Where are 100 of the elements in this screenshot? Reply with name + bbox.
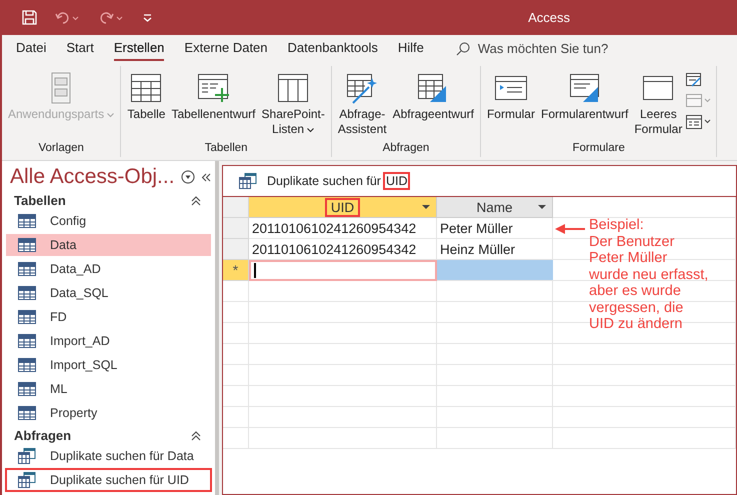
- redo-icon[interactable]: [99, 10, 125, 24]
- highlighted-text: UID: [384, 174, 408, 188]
- table-cell[interactable]: [553, 197, 736, 218]
- ribbon-button[interactable]: Tabelle: [125, 70, 168, 142]
- ribbon-button[interactable]: SharePoint-Listen: [260, 70, 327, 142]
- dropdown-icon[interactable]: [180, 170, 195, 184]
- ribbon-button[interactable]: Tabellenentwurf: [169, 70, 258, 142]
- menu-tab[interactable]: Hilfe: [398, 36, 424, 60]
- query-icon: [18, 472, 36, 488]
- pane-title: Alle Access-Obj...: [10, 165, 175, 189]
- row-selector[interactable]: [223, 239, 249, 260]
- table-cell[interactable]: [249, 365, 437, 386]
- table-cell[interactable]: [553, 386, 736, 407]
- search-field[interactable]: Was möchten Sie tun?: [478, 41, 608, 56]
- table-icon: [18, 310, 36, 324]
- table-cell[interactable]: 2011010610241260954342: [249, 239, 437, 260]
- menu-tab[interactable]: Start: [66, 36, 94, 60]
- table-cell[interactable]: [249, 323, 437, 344]
- nav-item[interactable]: Data_AD: [6, 258, 211, 280]
- table-cell[interactable]: [437, 386, 553, 407]
- annotation-text: UID zu ändern: [589, 316, 682, 332]
- nav-item[interactable]: Import_AD: [6, 330, 211, 352]
- column-header[interactable]: UID: [249, 197, 437, 218]
- nav-item[interactable]: Duplikate suchen für Data: [6, 445, 211, 467]
- dropdown-icon[interactable]: [422, 205, 430, 209]
- ribbon-button[interactable]: Abfrageentwurf: [390, 70, 476, 142]
- more-forms-icon[interactable]: [686, 114, 712, 130]
- table-cell[interactable]: [437, 344, 553, 365]
- column-header[interactable]: Name: [437, 197, 553, 218]
- table-cell[interactable]: [437, 407, 553, 428]
- group-label: Formulare: [571, 142, 626, 156]
- table-cell[interactable]: [553, 344, 736, 365]
- table-cell[interactable]: [223, 407, 249, 428]
- annotation-text: Peter Müller: [589, 250, 668, 266]
- table-cell[interactable]: [249, 281, 437, 302]
- table-cell[interactable]: [437, 260, 553, 281]
- arrow: [555, 223, 585, 235]
- table-cell[interactable]: [223, 428, 249, 449]
- nav-item[interactable]: FD: [6, 306, 211, 328]
- table-cell[interactable]: [437, 365, 553, 386]
- table-cell[interactable]: [223, 365, 249, 386]
- annotation-text: Der Benutzer: [589, 234, 674, 250]
- undo-icon[interactable]: [55, 10, 81, 24]
- nav-item[interactable]: Duplikate suchen für UID: [6, 469, 211, 491]
- nav-item[interactable]: Config: [6, 210, 211, 232]
- customize-icon[interactable]: [143, 14, 152, 22]
- table-cell[interactable]: [223, 281, 249, 302]
- nav-item[interactable]: Import_SQL: [6, 354, 211, 376]
- annotation-text: wurde neu erfasst,: [589, 266, 708, 283]
- table-design-icon: [196, 72, 230, 104]
- table-cell[interactable]: [249, 302, 437, 323]
- annotation-text: aber es wurde: [589, 283, 681, 300]
- table-cell[interactable]: [553, 407, 736, 428]
- table-cell[interactable]: [223, 386, 249, 407]
- save-icon[interactable]: [22, 10, 37, 25]
- menu-tab[interactable]: Erstellen: [114, 36, 164, 60]
- row-selector[interactable]: [223, 218, 249, 239]
- section-header[interactable]: Abfragen: [14, 428, 72, 443]
- input-field[interactable]: [249, 260, 437, 281]
- table-cell[interactable]: [249, 344, 437, 365]
- table-cell[interactable]: [223, 344, 249, 365]
- table-cell[interactable]: 2011010610241260954342: [249, 218, 437, 239]
- table-icon: [18, 286, 36, 300]
- dropdown-icon[interactable]: [538, 205, 546, 209]
- nav-item[interactable]: Property: [6, 402, 211, 424]
- table-icon: [18, 382, 36, 396]
- table-cell[interactable]: [249, 386, 437, 407]
- select-all-corner[interactable]: [223, 197, 249, 218]
- table-cell[interactable]: Peter Müller: [437, 218, 553, 239]
- ribbon-button[interactable]: Abfrage-Assistent: [336, 70, 389, 142]
- collapse-icon[interactable]: [200, 172, 211, 182]
- search-icon[interactable]: [456, 42, 470, 56]
- ribbon-button[interactable]: Leeres Formular: [632, 70, 684, 142]
- section-header[interactable]: Tabellen: [14, 193, 66, 208]
- table-icon: [18, 334, 36, 348]
- table-icon: [18, 262, 36, 276]
- collapse-icon[interactable]: [191, 196, 201, 206]
- row-selector[interactable]: *: [223, 260, 249, 281]
- table-cell[interactable]: [437, 323, 553, 344]
- nav-item[interactable]: ML: [6, 378, 211, 400]
- ribbon-button[interactable]: Formular: [484, 70, 537, 142]
- table-cell[interactable]: [437, 302, 553, 323]
- ribbon-button[interactable]: Formularentwurf: [538, 70, 630, 142]
- table-cell[interactable]: [553, 365, 736, 386]
- table-icon: [18, 214, 36, 228]
- table-cell[interactable]: [223, 323, 249, 344]
- document-title: Duplikate suchen für: [267, 174, 381, 188]
- menu-tab[interactable]: Datei: [16, 36, 46, 60]
- table-cell[interactable]: [553, 281, 736, 302]
- nav-item[interactable]: Data: [6, 234, 211, 256]
- menu-tab[interactable]: Datenbanktools: [288, 36, 378, 60]
- menu-tab[interactable]: Externe Daten: [184, 36, 268, 60]
- table-cell[interactable]: [249, 407, 437, 428]
- table-cell[interactable]: [437, 281, 553, 302]
- table-cell[interactable]: [437, 428, 553, 449]
- nav-item[interactable]: Data_SQL: [6, 282, 211, 304]
- table-cell[interactable]: [553, 428, 736, 449]
- table-cell[interactable]: [249, 428, 437, 449]
- collapse-icon[interactable]: [191, 430, 201, 440]
- table-cell[interactable]: [223, 302, 249, 323]
